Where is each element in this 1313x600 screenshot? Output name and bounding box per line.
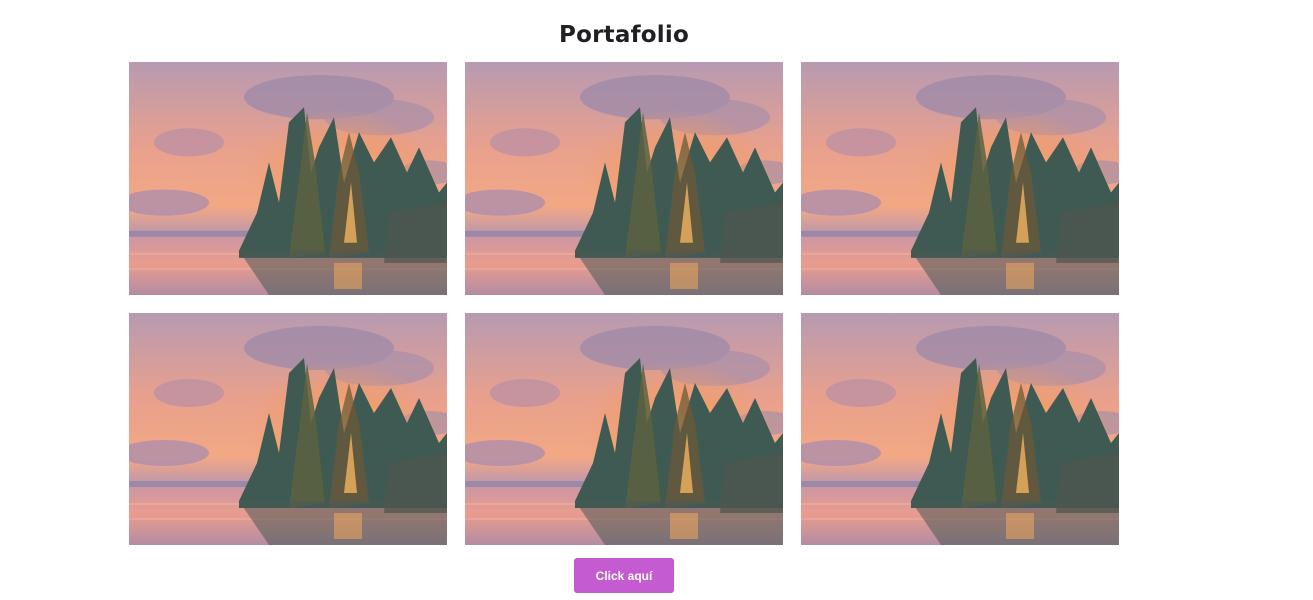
portfolio-image-2[interactable]: [465, 62, 783, 295]
portfolio-image-6[interactable]: [801, 313, 1119, 545]
page-title: Portafolio: [559, 22, 689, 48]
portfolio-image-1[interactable]: [129, 62, 447, 295]
portfolio-grid: [129, 62, 1119, 545]
page: Portafolio Click aquí: [0, 0, 1313, 600]
portfolio-image-4[interactable]: [129, 313, 447, 545]
portfolio-image-5[interactable]: [465, 313, 783, 545]
painting-image: [465, 313, 783, 545]
painting-image: [465, 62, 783, 295]
painting-image: [801, 62, 1119, 295]
click-here-button[interactable]: Click aquí: [574, 558, 674, 593]
portfolio-image-3[interactable]: [801, 62, 1119, 295]
painting-image: [129, 313, 447, 545]
painting-image: [801, 313, 1119, 545]
painting-image: [129, 62, 447, 295]
